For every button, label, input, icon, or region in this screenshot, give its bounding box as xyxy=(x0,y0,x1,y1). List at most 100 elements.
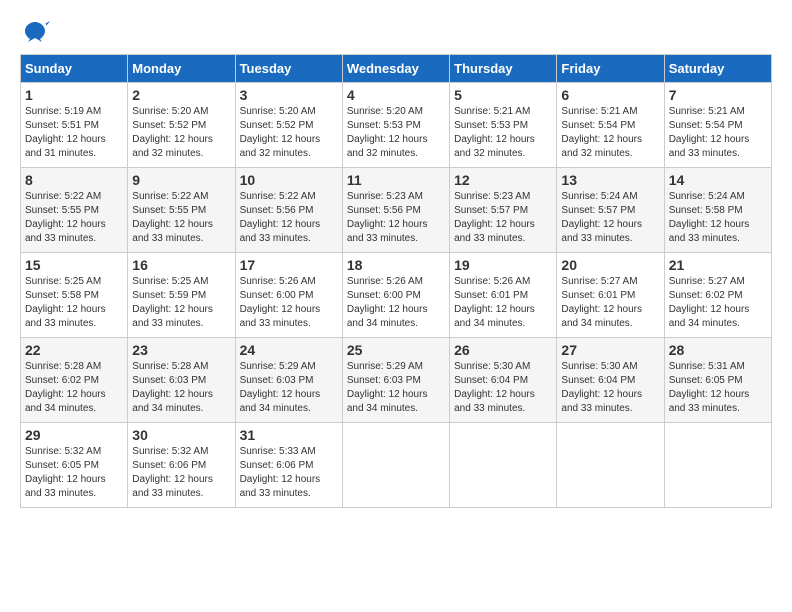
day-info: Sunrise: 5:20 AMSunset: 5:52 PMDaylight:… xyxy=(132,105,230,161)
day-number: 4 xyxy=(347,87,445,103)
calendar-week-row: 15 Sunrise: 5:25 AMSunset: 5:58 PMDayligh… xyxy=(21,253,772,338)
day-info: Sunrise: 5:28 AMSunset: 6:03 PMDaylight:… xyxy=(132,360,230,416)
day-of-week-header: Tuesday xyxy=(235,55,342,83)
calendar-day-cell: 25Sunrise: 5:29 AMSunset: 6:03 PMDayligh… xyxy=(342,338,449,423)
day-info: Sunrise: 5:30 AMSunset: 6:04 PMDaylight:… xyxy=(561,360,659,416)
calendar-day-cell xyxy=(557,423,664,508)
day-info: Sunrise: 5:25 AMSunset: 5:58 PMDaylight:… xyxy=(25,275,123,331)
day-info: Sunrise: 5:32 AMSunset: 6:05 PMDaylight:… xyxy=(25,445,123,501)
day-number: 19 xyxy=(454,257,552,273)
calendar-day-cell: 3 Sunrise: 5:20 AMSunset: 5:52 PMDaylight… xyxy=(235,83,342,168)
day-number: 7 xyxy=(669,87,767,103)
day-of-week-header: Saturday xyxy=(664,55,771,83)
day-info: Sunrise: 5:27 AMSunset: 6:01 PMDaylight:… xyxy=(561,275,659,331)
day-of-week-header: Friday xyxy=(557,55,664,83)
day-number: 17 xyxy=(240,257,338,273)
day-info: Sunrise: 5:31 AMSunset: 6:05 PMDaylight:… xyxy=(669,360,767,416)
day-info: Sunrise: 5:27 AMSunset: 6:02 PMDaylight:… xyxy=(669,275,767,331)
day-number: 30 xyxy=(132,427,230,443)
day-info: Sunrise: 5:24 AMSunset: 5:57 PMDaylight:… xyxy=(561,190,659,246)
page-header xyxy=(20,20,772,44)
day-of-week-header: Sunday xyxy=(21,55,128,83)
calendar-day-cell: 22 Sunrise: 5:28 AMSunset: 6:02 PMDayligh… xyxy=(21,338,128,423)
day-number: 13 xyxy=(561,172,659,188)
calendar-week-row: 8 Sunrise: 5:22 AMSunset: 5:55 PMDaylight… xyxy=(21,168,772,253)
day-number: 1 xyxy=(25,87,123,103)
calendar-day-cell xyxy=(450,423,557,508)
day-info: Sunrise: 5:20 AMSunset: 5:53 PMDaylight:… xyxy=(347,105,445,161)
day-info: Sunrise: 5:28 AMSunset: 6:02 PMDaylight:… xyxy=(25,360,123,416)
logo xyxy=(20,20,54,44)
day-of-week-header: Monday xyxy=(128,55,235,83)
day-number: 28 xyxy=(669,342,767,358)
day-info: Sunrise: 5:24 AMSunset: 5:58 PMDaylight:… xyxy=(669,190,767,246)
calendar-table: SundayMondayTuesdayWednesdayThursdayFrid… xyxy=(20,54,772,508)
logo-bird-icon xyxy=(20,20,50,44)
day-number: 27 xyxy=(561,342,659,358)
day-number: 31 xyxy=(240,427,338,443)
day-number: 15 xyxy=(25,257,123,273)
calendar-day-cell: 16Sunrise: 5:25 AMSunset: 5:59 PMDayligh… xyxy=(128,253,235,338)
day-number: 26 xyxy=(454,342,552,358)
calendar-day-cell: 18Sunrise: 5:26 AMSunset: 6:00 PMDayligh… xyxy=(342,253,449,338)
calendar-day-cell: 2 Sunrise: 5:20 AMSunset: 5:52 PMDaylight… xyxy=(128,83,235,168)
calendar-day-cell: 26 Sunrise: 5:30 AMSunset: 6:04 PMDayligh… xyxy=(450,338,557,423)
calendar-day-cell xyxy=(342,423,449,508)
day-info: Sunrise: 5:23 AMSunset: 5:57 PMDaylight:… xyxy=(454,190,552,246)
day-info: Sunrise: 5:21 AMSunset: 5:54 PMDaylight:… xyxy=(669,105,767,161)
calendar-header-row: SundayMondayTuesdayWednesdayThursdayFrid… xyxy=(21,55,772,83)
calendar-day-cell: 11 Sunrise: 5:23 AMSunset: 5:56 PMDayligh… xyxy=(342,168,449,253)
day-number: 29 xyxy=(25,427,123,443)
calendar-day-cell: 29 Sunrise: 5:32 AMSunset: 6:05 PMDayligh… xyxy=(21,423,128,508)
day-info: Sunrise: 5:26 AMSunset: 6:00 PMDaylight:… xyxy=(240,275,338,331)
day-number: 18 xyxy=(347,257,445,273)
calendar-day-cell: 7 Sunrise: 5:21 AMSunset: 5:54 PMDaylight… xyxy=(664,83,771,168)
calendar-day-cell xyxy=(664,423,771,508)
day-info: Sunrise: 5:23 AMSunset: 5:56 PMDaylight:… xyxy=(347,190,445,246)
day-info: Sunrise: 5:21 AMSunset: 5:54 PMDaylight:… xyxy=(561,105,659,161)
day-info: Sunrise: 5:22 AMSunset: 5:55 PMDaylight:… xyxy=(132,190,230,246)
day-info: Sunrise: 5:20 AMSunset: 5:52 PMDaylight:… xyxy=(240,105,338,161)
calendar-week-row: 22 Sunrise: 5:28 AMSunset: 6:02 PMDayligh… xyxy=(21,338,772,423)
calendar-day-cell: 10 Sunrise: 5:22 AMSunset: 5:56 PMDayligh… xyxy=(235,168,342,253)
day-number: 22 xyxy=(25,342,123,358)
calendar-day-cell: 13 Sunrise: 5:24 AMSunset: 5:57 PMDayligh… xyxy=(557,168,664,253)
day-number: 9 xyxy=(132,172,230,188)
day-number: 16 xyxy=(132,257,230,273)
calendar-week-row: 29 Sunrise: 5:32 AMSunset: 6:05 PMDayligh… xyxy=(21,423,772,508)
day-number: 8 xyxy=(25,172,123,188)
calendar-day-cell: 19Sunrise: 5:26 AMSunset: 6:01 PMDayligh… xyxy=(450,253,557,338)
day-number: 11 xyxy=(347,172,445,188)
day-number: 6 xyxy=(561,87,659,103)
day-info: Sunrise: 5:30 AMSunset: 6:04 PMDaylight:… xyxy=(454,360,552,416)
calendar-day-cell: 17 Sunrise: 5:26 AMSunset: 6:00 PMDayligh… xyxy=(235,253,342,338)
day-number: 12 xyxy=(454,172,552,188)
calendar-day-cell: 12 Sunrise: 5:23 AMSunset: 5:57 PMDayligh… xyxy=(450,168,557,253)
day-number: 23 xyxy=(132,342,230,358)
calendar-day-cell: 14 Sunrise: 5:24 AMSunset: 5:58 PMDayligh… xyxy=(664,168,771,253)
day-number: 3 xyxy=(240,87,338,103)
day-number: 21 xyxy=(669,257,767,273)
calendar-day-cell: 24 Sunrise: 5:29 AMSunset: 6:03 PMDayligh… xyxy=(235,338,342,423)
day-info: Sunrise: 5:21 AMSunset: 5:53 PMDaylight:… xyxy=(454,105,552,161)
calendar-day-cell: 21 Sunrise: 5:27 AMSunset: 6:02 PMDayligh… xyxy=(664,253,771,338)
calendar-day-cell: 4 Sunrise: 5:20 AMSunset: 5:53 PMDaylight… xyxy=(342,83,449,168)
calendar-day-cell: 1Sunrise: 5:19 AMSunset: 5:51 PMDaylight… xyxy=(21,83,128,168)
calendar-day-cell: 9 Sunrise: 5:22 AMSunset: 5:55 PMDaylight… xyxy=(128,168,235,253)
day-number: 10 xyxy=(240,172,338,188)
day-of-week-header: Wednesday xyxy=(342,55,449,83)
day-info: Sunrise: 5:29 AMSunset: 6:03 PMDaylight:… xyxy=(240,360,338,416)
calendar-day-cell: 20Sunrise: 5:27 AMSunset: 6:01 PMDayligh… xyxy=(557,253,664,338)
calendar-day-cell: 6 Sunrise: 5:21 AMSunset: 5:54 PMDaylight… xyxy=(557,83,664,168)
day-number: 14 xyxy=(669,172,767,188)
day-of-week-header: Thursday xyxy=(450,55,557,83)
day-number: 2 xyxy=(132,87,230,103)
calendar-day-cell: 23 Sunrise: 5:28 AMSunset: 6:03 PMDayligh… xyxy=(128,338,235,423)
day-info: Sunrise: 5:22 AMSunset: 5:55 PMDaylight:… xyxy=(25,190,123,246)
calendar-day-cell: 8 Sunrise: 5:22 AMSunset: 5:55 PMDaylight… xyxy=(21,168,128,253)
calendar-week-row: 1Sunrise: 5:19 AMSunset: 5:51 PMDaylight… xyxy=(21,83,772,168)
day-number: 24 xyxy=(240,342,338,358)
day-info: Sunrise: 5:32 AMSunset: 6:06 PMDaylight:… xyxy=(132,445,230,501)
day-info: Sunrise: 5:22 AMSunset: 5:56 PMDaylight:… xyxy=(240,190,338,246)
calendar-day-cell: 27 Sunrise: 5:30 AMSunset: 6:04 PMDayligh… xyxy=(557,338,664,423)
